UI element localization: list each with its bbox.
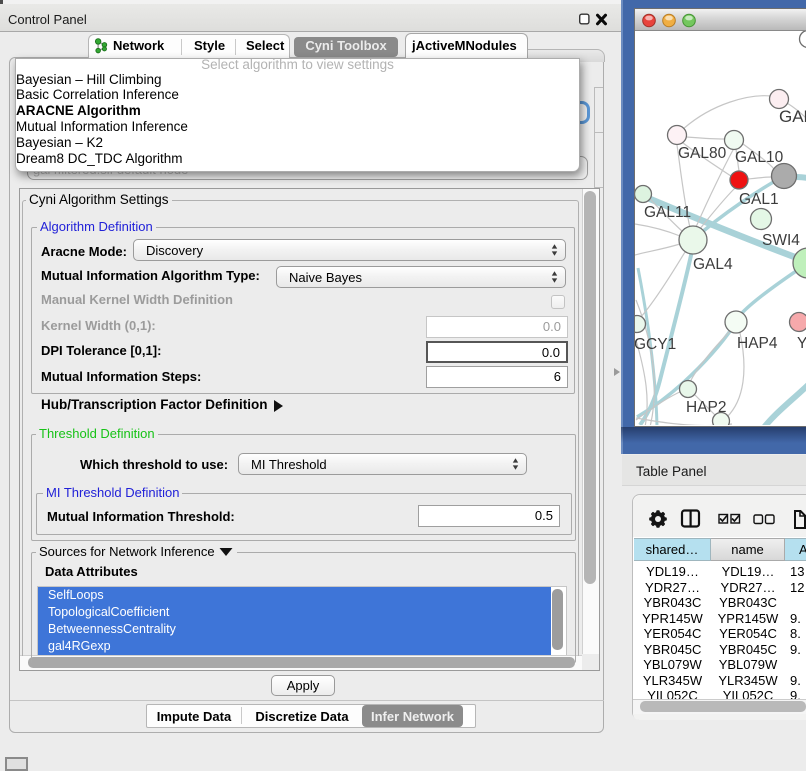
svg-text:GAL1: GAL1 [739,191,779,208]
svg-text:GCY1: GCY1 [635,336,676,353]
svg-text:GAL11: GAL11 [644,204,691,221]
svg-text:GAL80: GAL80 [678,145,727,162]
svg-text:HAP4: HAP4 [737,335,778,352]
svg-text:GAL4: GAL4 [693,256,733,273]
svg-text:HAP2: HAP2 [686,399,727,416]
svg-text:GAL7: GAL7 [779,107,806,126]
svg-text:YM: YM [797,335,806,352]
svg-text:GAL10: GAL10 [735,149,784,166]
svg-text:SWI4: SWI4 [762,232,800,249]
